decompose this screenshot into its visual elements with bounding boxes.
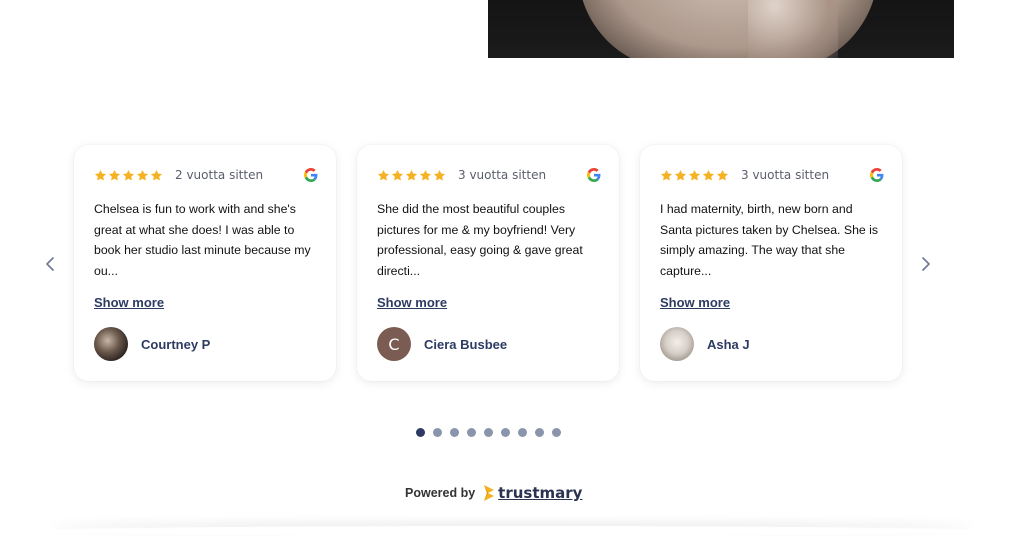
powered-by-label: Powered by bbox=[405, 486, 476, 500]
pagination-dot[interactable] bbox=[433, 428, 442, 437]
author-name: Courtney P bbox=[141, 336, 211, 352]
review-date: 2 vuotta sitten bbox=[175, 168, 264, 182]
review-text: Chelsea is fun to work with and she's gr… bbox=[94, 202, 311, 278]
show-more-link[interactable]: Show more bbox=[377, 295, 447, 310]
star-icon bbox=[94, 169, 107, 181]
pagination-dot[interactable] bbox=[484, 428, 493, 437]
avatar bbox=[660, 327, 694, 361]
author-name: Ciera Busbee bbox=[424, 336, 508, 352]
pagination-dot[interactable] bbox=[552, 428, 561, 437]
review-text: I had maternity, birth, new born and San… bbox=[660, 202, 879, 278]
trustmary-link[interactable]: trustmary bbox=[483, 484, 582, 502]
star-icon bbox=[136, 169, 149, 181]
review-header: 3 vuotta sitten bbox=[377, 167, 601, 183]
hero-photo bbox=[488, 0, 954, 58]
show-more-link[interactable]: Show more bbox=[660, 295, 730, 310]
star-icon bbox=[419, 169, 432, 181]
trustmary-logo-icon bbox=[484, 485, 495, 501]
hero-photo-highlight bbox=[748, 0, 838, 58]
star-rating bbox=[660, 169, 729, 182]
review-card: 3 vuotta sitten I had maternity, birth, … bbox=[640, 145, 902, 381]
star-icon bbox=[716, 169, 729, 181]
trustmary-brand-name: trustmary bbox=[498, 484, 583, 502]
carousel-next-button[interactable] bbox=[916, 252, 936, 276]
star-icon bbox=[377, 169, 390, 181]
review-card: 2 vuotta sitten Chelsea is fun to work w… bbox=[74, 145, 336, 381]
review-date: 3 vuotta sitten bbox=[458, 168, 547, 182]
chevron-right-icon bbox=[922, 257, 930, 271]
powered-by: Powered by trustmary bbox=[405, 482, 582, 504]
review-header: 2 vuotta sitten bbox=[94, 167, 318, 183]
google-icon bbox=[587, 168, 601, 182]
carousel-pagination bbox=[416, 428, 561, 437]
avatar bbox=[94, 327, 128, 361]
author-name: Asha J bbox=[707, 336, 750, 352]
star-icon bbox=[660, 169, 673, 181]
pagination-dot[interactable] bbox=[535, 428, 544, 437]
pagination-dot[interactable] bbox=[416, 428, 425, 437]
review-author: C Ciera Busbee bbox=[377, 327, 507, 361]
star-icon bbox=[433, 169, 446, 181]
star-icon bbox=[391, 169, 404, 181]
avatar-initial: C bbox=[388, 334, 400, 354]
chevron-left-icon bbox=[46, 257, 54, 271]
review-header: 3 vuotta sitten bbox=[660, 167, 884, 183]
star-icon bbox=[122, 169, 135, 181]
carousel-prev-button[interactable] bbox=[40, 252, 60, 276]
star-icon bbox=[688, 169, 701, 181]
pagination-dot[interactable] bbox=[467, 428, 476, 437]
star-rating bbox=[94, 169, 163, 182]
star-icon bbox=[405, 169, 418, 181]
review-author: Courtney P bbox=[94, 327, 210, 361]
review-author: Asha J bbox=[660, 327, 750, 361]
review-date: 3 vuotta sitten bbox=[741, 168, 830, 182]
star-icon bbox=[150, 169, 163, 181]
google-icon bbox=[304, 168, 318, 182]
pagination-dot[interactable] bbox=[501, 428, 510, 437]
avatar: C bbox=[377, 327, 411, 361]
pagination-dot[interactable] bbox=[518, 428, 527, 437]
google-icon bbox=[870, 168, 884, 182]
reviews-carousel: 2 vuotta sitten Chelsea is fun to work w… bbox=[0, 140, 1024, 400]
review-card: 3 vuotta sitten She did the most beautif… bbox=[357, 145, 619, 381]
pagination-dot[interactable] bbox=[450, 428, 459, 437]
star-icon bbox=[702, 169, 715, 181]
star-icon bbox=[674, 169, 687, 181]
star-rating bbox=[377, 169, 446, 182]
show-more-link[interactable]: Show more bbox=[94, 295, 164, 310]
star-icon bbox=[108, 169, 121, 181]
review-text: She did the most beautiful couples pictu… bbox=[377, 202, 583, 278]
next-section-edge bbox=[50, 526, 974, 536]
